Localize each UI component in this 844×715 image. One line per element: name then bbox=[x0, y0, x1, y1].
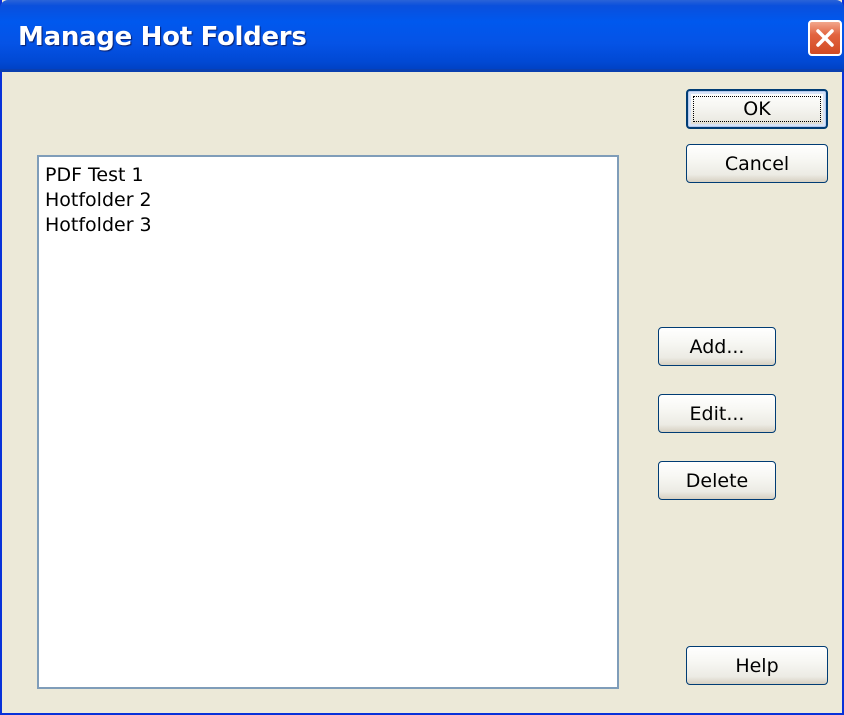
help-button-label: Help bbox=[735, 654, 779, 677]
cancel-button[interactable]: Cancel bbox=[686, 144, 828, 183]
edit-button-label: Edit... bbox=[689, 402, 745, 425]
add-button[interactable]: Add... bbox=[658, 327, 776, 366]
list-item[interactable]: Hotfolder 3 bbox=[45, 213, 611, 238]
close-icon bbox=[814, 27, 836, 49]
delete-button-label: Delete bbox=[685, 469, 749, 492]
close-button[interactable] bbox=[808, 20, 842, 56]
hot-folders-listbox[interactable]: PDF Test 1 Hotfolder 2 Hotfolder 3 bbox=[37, 155, 619, 689]
list-item[interactable]: Hotfolder 2 bbox=[45, 188, 611, 213]
title-bar[interactable]: Manage Hot Folders bbox=[0, 0, 844, 72]
list-item[interactable]: PDF Test 1 bbox=[45, 163, 611, 188]
dialog-title: Manage Hot Folders bbox=[18, 22, 307, 52]
ok-button-label: OK bbox=[743, 98, 771, 120]
delete-button[interactable]: Delete bbox=[658, 461, 776, 500]
edit-button[interactable]: Edit... bbox=[658, 394, 776, 433]
help-button[interactable]: Help bbox=[686, 646, 828, 685]
ok-button[interactable]: OK bbox=[686, 89, 828, 129]
cancel-button-label: Cancel bbox=[724, 152, 790, 175]
add-button-label: Add... bbox=[689, 335, 745, 358]
manage-hot-folders-dialog: Manage Hot Folders OK Cancel PDF Test 1 … bbox=[0, 0, 844, 715]
